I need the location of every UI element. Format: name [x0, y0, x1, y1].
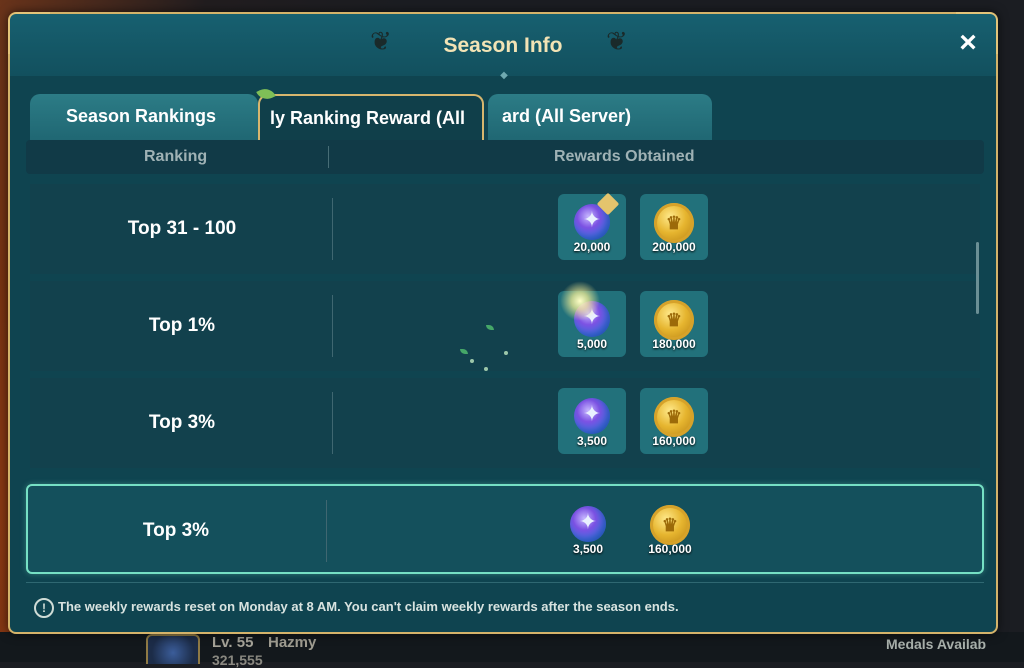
- gold-coin-icon: ♛: [654, 300, 694, 340]
- tab-label: Season Rankings: [66, 106, 217, 126]
- column-divider: [332, 295, 333, 357]
- reward-amount: 3,500: [576, 434, 608, 448]
- reward-coin[interactable]: ♛ 180,000: [640, 291, 708, 357]
- reward-gem[interactable]: ✦ 3,500: [554, 496, 622, 562]
- reset-notice: The weekly rewards reset on Monday at 8 …: [58, 599, 679, 614]
- season-info-dialog: ❦ ❦ Season Info × ◆ Season Rankings ly R…: [8, 12, 998, 634]
- dialog-title: Season Info: [443, 34, 563, 57]
- rewards-table-header: Ranking Rewards Obtained: [26, 140, 984, 174]
- gold-coin-icon: ♛: [650, 505, 690, 545]
- reward-coin[interactable]: ♛ 160,000: [640, 388, 708, 454]
- rank-label: Top 3%: [142, 520, 210, 541]
- particle-effect: [470, 359, 474, 363]
- dialog-header: ❦ ❦ Season Info × ◆: [10, 14, 996, 81]
- column-header-ranking: Ranking: [144, 148, 208, 165]
- player-level: Lv. 55: [212, 634, 254, 651]
- player-avatar[interactable]: [146, 634, 200, 664]
- column-divider: [332, 198, 333, 260]
- header-divider-ornament: ◆: [500, 70, 508, 81]
- tab-season-rankings[interactable]: Season Rankings: [30, 94, 258, 142]
- particle-effect: [504, 351, 508, 355]
- rank-label: Top 1%: [148, 315, 216, 336]
- crystal-gem-icon: ✦: [570, 506, 606, 542]
- reward-gem[interactable]: ✦ 20,000: [558, 192, 626, 260]
- reward-amount: 20,000: [573, 240, 611, 254]
- column-header-rewards: Rewards Obtained: [554, 148, 695, 165]
- particle-effect: [484, 367, 488, 371]
- table-row: Top 1% ✦ 5,000 ♛ 180,000: [30, 281, 980, 371]
- bottom-hud: Lv. 55 Hazmy 321,555 Medals Availab: [0, 632, 1024, 668]
- sparkle-effect: [560, 281, 600, 321]
- reward-gem[interactable]: ✦ 3,500: [558, 388, 626, 454]
- particle-effect: [486, 325, 494, 330]
- reward-amount: 180,000: [652, 337, 696, 351]
- reward-coin[interactable]: ♛ 160,000: [636, 496, 704, 562]
- reward-amount: 160,000: [652, 434, 696, 448]
- my-rank-row: Top 3% ✦ 3,500 ♛ 160,000: [26, 484, 984, 574]
- footer-divider: [26, 582, 984, 583]
- column-divider: [328, 146, 329, 168]
- particle-effect: [460, 349, 468, 354]
- gold-coin-icon: ♛: [654, 203, 694, 243]
- info-icon: !: [34, 598, 54, 618]
- table-row: Top 3% ✦ 3,500 ♛ 160,000: [30, 378, 980, 468]
- reward-amount: 3,500: [572, 542, 604, 556]
- player-name: Hazmy: [268, 634, 317, 651]
- gold-coin-icon: ♛: [654, 397, 694, 437]
- tab-weekly-ranking-reward[interactable]: ly Ranking Reward (All: [258, 94, 484, 142]
- table-row: Top 31 - 100 ✦ 20,000 ♛ 200,000: [30, 184, 980, 274]
- close-icon[interactable]: ×: [952, 28, 984, 60]
- reward-coin[interactable]: ♛ 200,000: [640, 194, 708, 260]
- column-divider: [332, 392, 333, 454]
- reward-amount: 160,000: [648, 542, 692, 556]
- player-power: 321,555: [212, 652, 263, 668]
- column-divider: [326, 500, 327, 562]
- tab-label: ly Ranking Reward (All: [270, 108, 466, 128]
- medals-available-label[interactable]: Medals Availab: [886, 636, 986, 652]
- rank-label: Top 31 - 100: [127, 218, 237, 239]
- crystal-gem-icon: ✦: [574, 398, 610, 434]
- list-scrollbar[interactable]: [976, 242, 979, 314]
- reward-amount: 200,000: [652, 240, 696, 254]
- reward-amount: 5,000: [576, 337, 608, 351]
- rank-label: Top 3%: [148, 412, 216, 433]
- tab-label: ard (All Server): [502, 106, 632, 126]
- tab-all-server-reward[interactable]: ard (All Server): [488, 94, 712, 142]
